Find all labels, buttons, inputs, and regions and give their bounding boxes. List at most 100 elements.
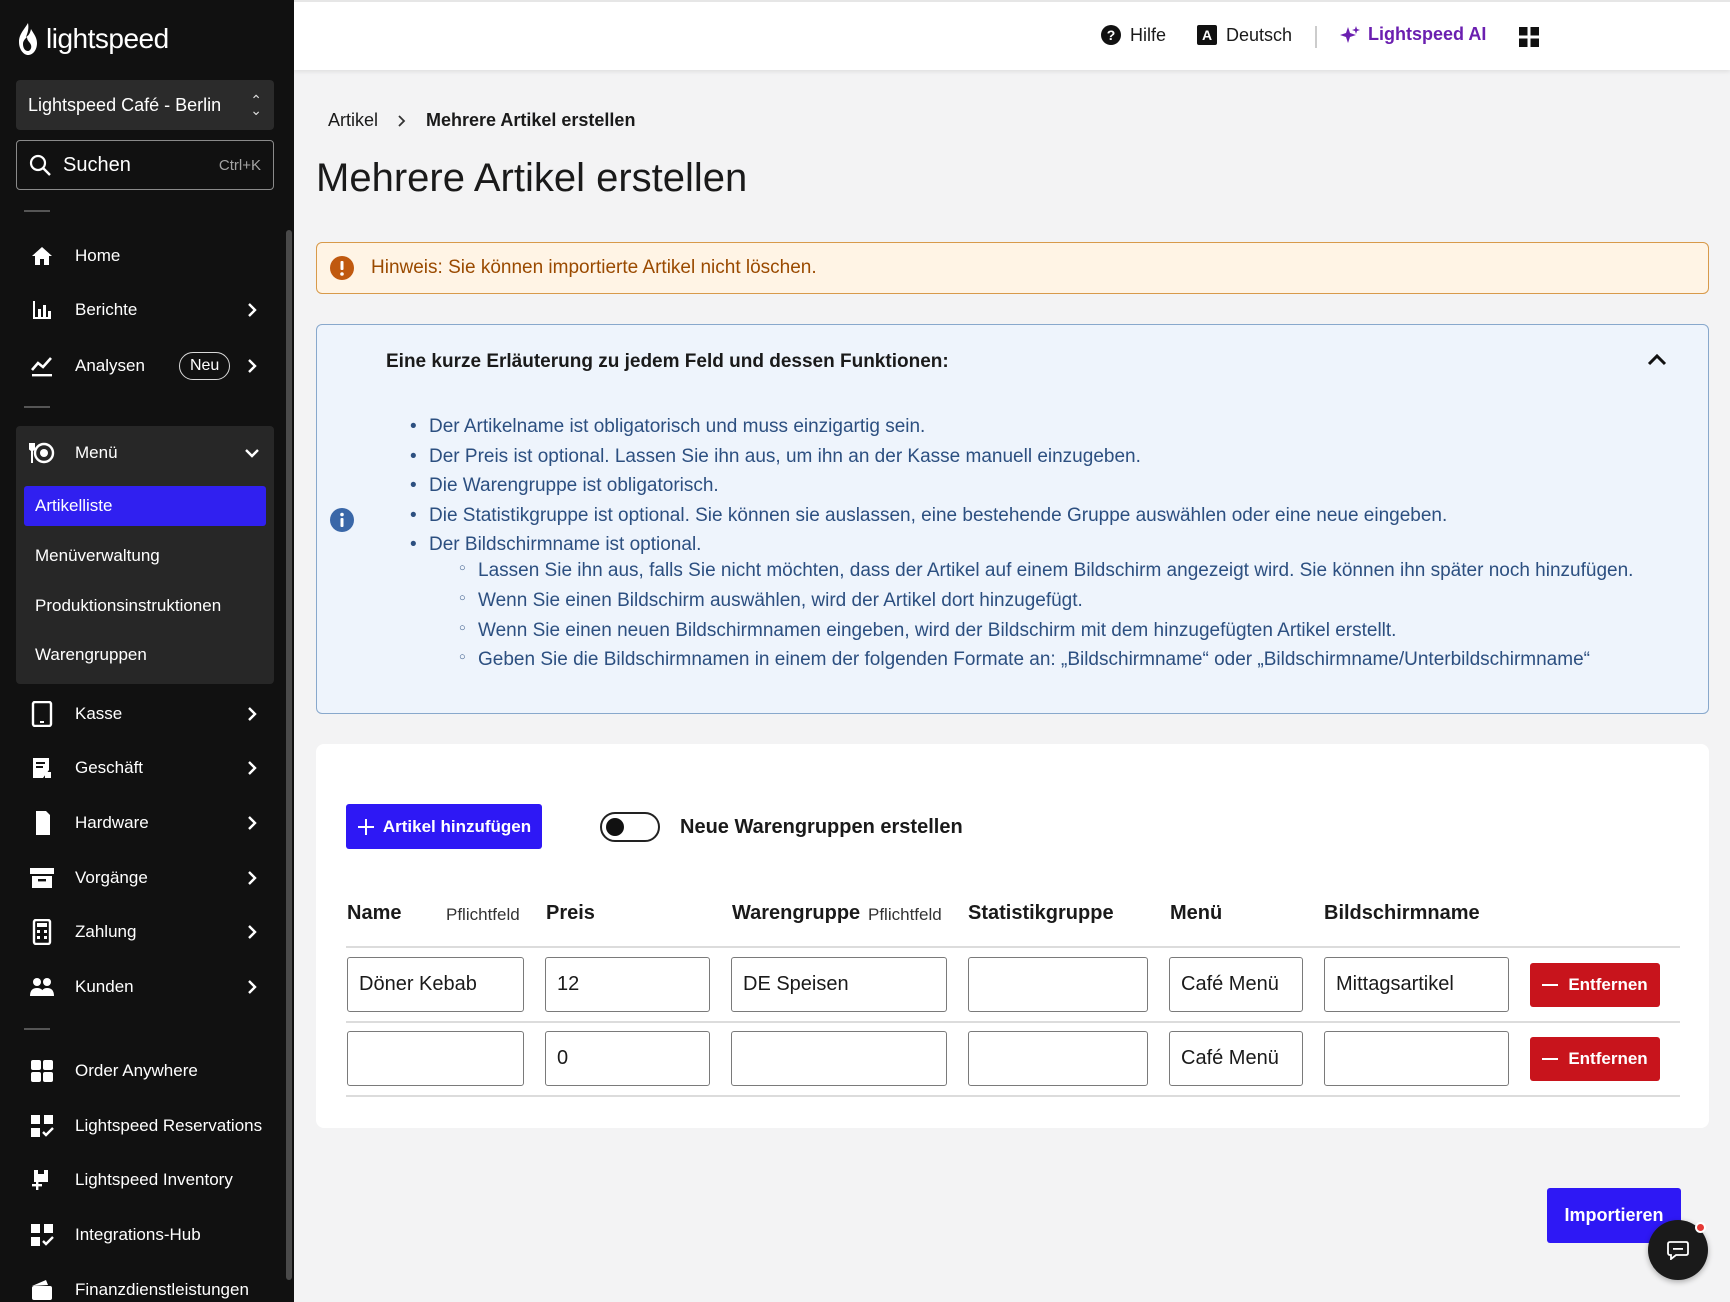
brand-name: lightspeed [46,23,169,54]
sidebar-item-integrations-hub[interactable]: Integrations-Hub [16,1212,274,1258]
sidebar-item-hardware[interactable]: Hardware [16,800,274,846]
warning-icon [330,256,354,280]
app-switcher-button[interactable] [1518,26,1540,48]
sidebar-subitem-artikelliste[interactable]: Artikelliste [24,486,266,526]
sidebar-item-menu[interactable]: Menü [16,430,274,476]
column-header-menu: Menü [1170,902,1223,924]
info-panel: Eine kurze Erläuterung zu jedem Feld und… [316,324,1709,714]
table-divider [346,1021,1680,1023]
item-stats-input[interactable] [968,957,1148,1012]
store-document-icon [28,754,56,782]
item-group-input[interactable] [731,957,947,1012]
new-groups-toggle[interactable] [600,812,660,842]
sidebar-subitem-label: Artikelliste [35,496,113,515]
item-menu-input[interactable] [1169,957,1303,1012]
apps-check-icon [28,1221,56,1249]
language-selector[interactable]: A Deutsch [1196,24,1292,46]
sidebar-subitem-label: Menüverwaltung [35,546,160,565]
info-bullet-text: Der Bildschirmname ist optional. [429,534,702,556]
sidebar-item-label: Home [75,246,121,265]
sidebar-divider [24,1028,50,1030]
trend-line-icon [28,352,56,380]
help-icon: ? [1101,25,1121,45]
item-screen-input[interactable] [1324,957,1509,1012]
sidebar-subitem-warengruppen[interactable]: Warengruppen [24,635,266,675]
grid-squares-icon [28,1057,56,1085]
item-price-input[interactable] [545,1031,710,1086]
item-name-input[interactable] [347,1031,524,1086]
sidebar-item-home[interactable]: Home [16,233,274,279]
sidebar-item-analysen[interactable]: Analysen Neu [16,343,274,389]
chevron-up-icon[interactable] [1644,347,1670,373]
item-name-input[interactable] [347,957,524,1012]
sidebar-item-lightspeed-inventory[interactable]: Lightspeed Inventory [16,1157,274,1203]
sidebar-item-label: Geschäft [75,758,144,777]
sidebar-item-kasse[interactable]: Kasse [16,691,274,737]
dish-icon [28,439,56,467]
sidebar-scrollbar[interactable] [286,230,292,1280]
warning-banner: Hinweis: Sie können importierte Artikel … [316,242,1709,294]
chevron-right-icon [248,925,257,939]
sidebar-item-kunden[interactable]: Kunden [16,964,274,1010]
sidebar-divider [24,406,50,408]
archive-box-icon [28,864,56,892]
chevron-right-icon [248,303,257,317]
sidebar-subitem-produktionsinstruktionen[interactable]: Produktionsinstruktionen [24,586,266,626]
info-heading: Eine kurze Erläuterung zu jedem Feld und… [386,351,949,372]
info-icon [330,508,354,532]
lightspeed-ai-button[interactable]: Lightspeed AI [1340,24,1486,45]
sidebar-item-lightspeed-reservations[interactable]: Lightspeed Reservations [16,1103,274,1149]
search-box[interactable]: Suchen Ctrl+K [16,140,274,190]
item-group-input[interactable] [731,1031,947,1086]
tablet-icon [28,700,56,728]
toggle-knob [606,818,624,836]
chevron-right-icon [248,761,257,775]
chevron-right-icon [248,707,257,721]
language-icon: A [1197,25,1217,45]
brand-logo[interactable]: lightspeed [16,22,169,56]
sidebar-item-zahlung[interactable]: Zahlung [16,909,274,955]
column-header-group: Warengruppe [732,902,861,924]
sidebar-menu-group: Menü Artikelliste Menüverwaltung Produkt… [16,426,274,684]
location-selector[interactable]: Lightspeed Café - Berlin ⌃ ⌄ [16,80,274,130]
sidebar-item-label: Vorgänge [75,868,148,887]
home-icon [28,242,56,270]
breadcrumb-parent-link[interactable]: Artikel [328,110,378,131]
search-icon [29,154,51,176]
info-subbullet: Lassen Sie ihn aus, falls Sie nicht möch… [459,560,1633,590]
sidebar-subitem-label: Warengruppen [35,645,147,664]
sidebar-item-label: Zahlung [75,922,137,941]
sidebar-item-order-anywhere[interactable]: Order Anywhere [16,1048,274,1094]
minus-icon [1542,1057,1559,1061]
sidebar-item-vorgaenge[interactable]: Vorgänge [16,855,274,901]
inventory-icon [28,1166,56,1194]
search-label: Suchen [63,153,131,176]
svg-text:A: A [1202,27,1212,43]
add-item-button[interactable]: Artikel hinzufügen [346,804,542,849]
sidebar-subitem-menuverwaltung[interactable]: Menüverwaltung [24,536,266,576]
page-title: Mehrere Artikel erstellen [316,156,748,200]
table-divider [346,946,1680,948]
ai-label: Lightspeed AI [1368,24,1487,44]
items-form-card: Artikel hinzufügen Neue Warengruppen ers… [316,744,1709,1128]
item-menu-input[interactable] [1169,1031,1303,1086]
breadcrumb-current: Mehrere Artikel erstellen [426,110,636,130]
item-screen-input[interactable] [1324,1031,1509,1086]
column-header-name: Name [347,902,402,924]
chevron-right-icon [248,359,257,373]
add-item-label: Artikel hinzufügen [382,816,532,836]
chevron-right-icon [248,980,257,994]
sidebar-subitem-label: Produktionsinstruktionen [35,596,222,615]
item-price-input[interactable] [545,957,710,1012]
sidebar-item-geschaeft[interactable]: Geschäft [16,745,274,791]
sparkle-icon [1340,25,1360,43]
required-label: Pflichtfeld [446,905,520,924]
svg-text:?: ? [1107,27,1116,43]
help-button[interactable]: ? Hilfe [1100,24,1166,46]
remove-row-button[interactable]: Entfernen [1530,963,1660,1007]
sidebar-item-finanzdienstleistungen[interactable]: Finanzdienstleistungen [16,1267,274,1302]
sidebar-item-berichte[interactable]: Berichte [16,287,274,333]
remove-row-button[interactable]: Entfernen [1530,1037,1660,1081]
chat-button[interactable] [1648,1220,1708,1280]
item-stats-input[interactable] [968,1031,1148,1086]
